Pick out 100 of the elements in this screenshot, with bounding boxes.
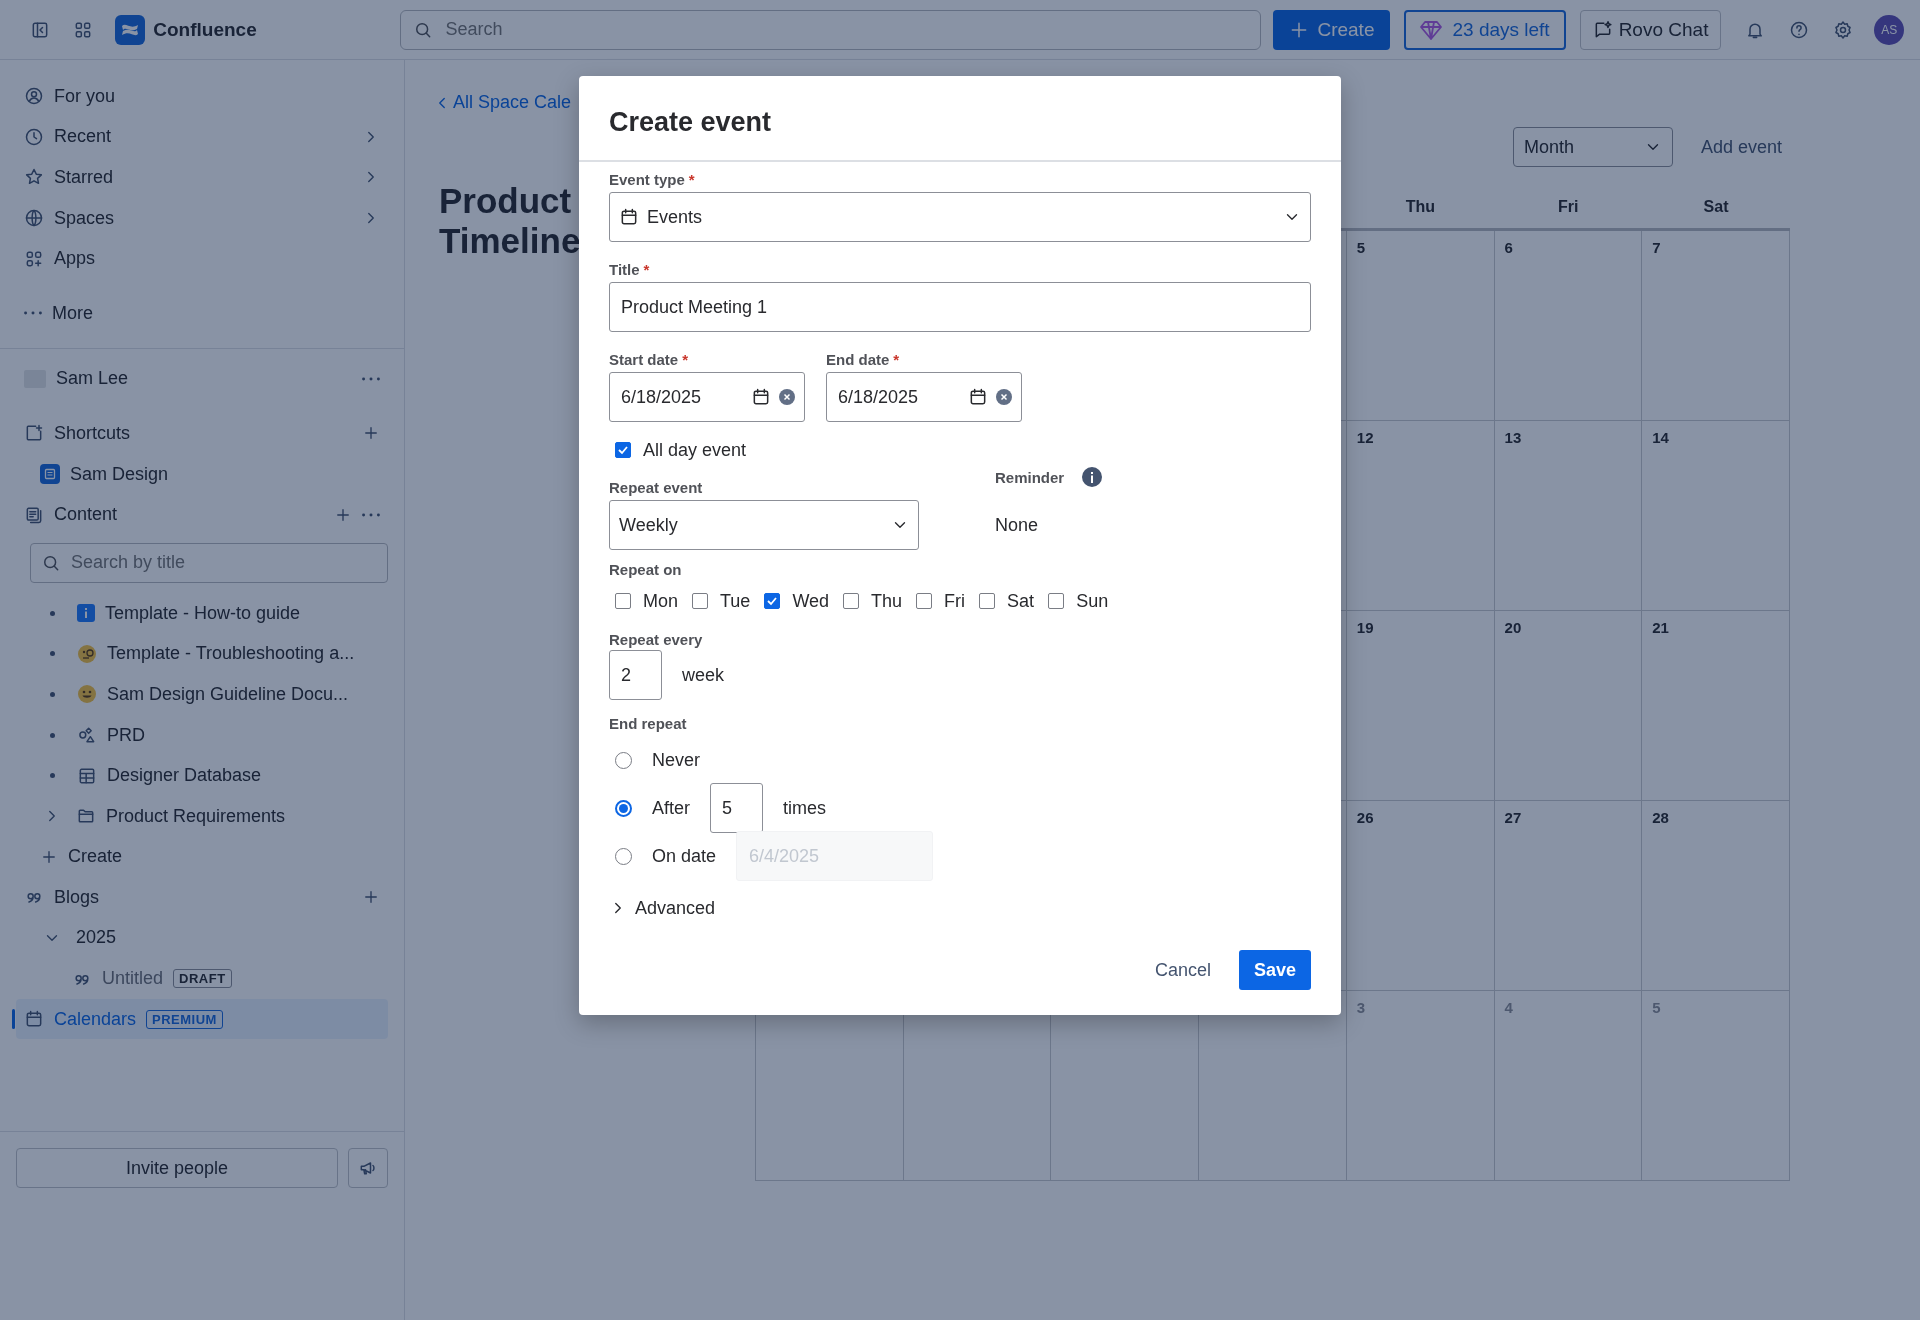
required-asterisk: * [643,260,650,278]
space-header[interactable]: Sam Lee [16,358,388,400]
checkbox[interactable] [916,593,933,609]
checkbox-label: Sat [1007,590,1035,612]
title-field[interactable]: Product Meeting 1 [619,295,1301,319]
date-field[interactable]: 6/18/2025 [619,385,743,409]
number-field[interactable]: 5 [710,783,763,833]
search-box[interactable]: Search by title [30,542,388,583]
field-label: Event type [609,170,685,188]
bullet-icon [50,651,55,657]
search-field[interactable]: Search [443,18,1249,41]
calendar-day-cell[interactable]: 20 [1494,611,1643,801]
day-number: 5 [1652,999,1661,1016]
sidebar-section[interactable]: Shortcuts [16,413,388,454]
search-box[interactable]: Search [400,9,1262,50]
number-field[interactable]: 2 [609,650,662,700]
checkbox[interactable] [764,593,781,609]
search-by-title-field[interactable]: Search by title [69,551,377,575]
checkbox[interactable] [692,593,708,609]
radio-label: After [652,797,690,819]
page-tree-item[interactable]: Product Requirements [16,795,388,837]
calendar-day-cell[interactable]: 6 [1494,231,1643,421]
checkbox[interactable] [979,593,996,609]
radio-label: On date [652,845,717,867]
sidebar-item[interactable]: 2025 [16,917,388,959]
event-type-select[interactable]: Events [609,192,1311,242]
page-tree-item[interactable]: Designer Database [16,755,388,796]
add-event-button[interactable]: Add event [1692,136,1790,158]
section-label: Shortcuts [54,422,131,444]
calendar-day-cell[interactable]: 19 [1346,611,1495,801]
radio-button[interactable] [615,799,632,817]
feedback-button[interactable] [348,1148,388,1188]
field-label: End date [826,350,890,368]
checkbox[interactable] [843,593,860,609]
page-tree-item[interactable]: PRD [16,714,388,756]
calendar-day-cell[interactable]: 5 [1346,231,1495,421]
create-item[interactable]: Create [16,836,388,878]
user-avatar[interactable]: AS [1874,14,1905,45]
field-label: Reminder [995,468,1065,486]
radio-label: Never [652,749,700,771]
item-label: 2025 [76,927,117,949]
required-asterisk: * [682,350,689,368]
nav-item[interactable]: Apps [16,238,388,279]
calendar-day-cell[interactable]: 13 [1494,421,1643,611]
calendar-day-cell[interactable]: 7 [1642,231,1790,421]
nav-label: Recent [54,126,112,148]
calendar-day-cell[interactable]: 27 [1494,801,1643,991]
item-label: Template - Troubleshooting a... [107,643,355,665]
more-icon [24,311,42,316]
draft-badge: DRAFT [173,969,232,989]
calendar-day-cell[interactable]: 26 [1346,801,1495,991]
save-button[interactable]: Save [1238,950,1311,990]
date-field[interactable]: 6/18/2025 [836,385,960,409]
text-field[interactable]: Product Meeting 1 [609,282,1311,332]
item-label: PRD [107,724,145,746]
sidebar-item[interactable]: Untitled DRAFT [16,958,388,999]
page-tree-item[interactable]: Template - How-to guide [16,592,388,634]
calendar-day-cell[interactable]: 12 [1346,421,1495,611]
checkbox-label: All day event [643,439,747,461]
invite-people-button[interactable]: Invite people [16,1148,338,1188]
bullet-icon [50,773,55,779]
create-button[interactable]: Create [1273,9,1391,50]
nav-item[interactable]: Spaces [16,197,388,239]
repeat-select[interactable]: Weekly [609,500,919,550]
occurrences-field[interactable]: 5 [720,796,753,820]
nav-item[interactable]: Recent [16,116,388,158]
more-icon [362,512,380,517]
weekday-header: Sat [1702,198,1730,217]
nav-item[interactable]: More [16,292,388,334]
checkbox-label: Fri [944,590,966,612]
space-name: Sam Lee [56,368,129,390]
calendar-day-cell[interactable]: 28 [1642,801,1790,991]
calendar-day-cell[interactable]: 21 [1642,611,1790,801]
advanced-toggle[interactable]: Advanced [609,890,716,926]
sidebar-section[interactable]: Blogs [16,877,388,918]
checkbox-label: Tue [720,590,751,612]
sidebar-section[interactable]: Content [16,494,388,535]
calendar-day-cell[interactable]: 14 [1642,421,1790,611]
premium-badge: PREMIUM [146,1009,223,1029]
trial-button[interactable]: 23 days left [1404,9,1566,50]
checkbox[interactable] [615,593,631,609]
checkbox[interactable] [1048,593,1065,609]
nav-item[interactable]: For you [16,76,388,117]
nav-item[interactable]: Starred [16,157,388,198]
day-number: 4 [1504,999,1513,1016]
page-tree-item[interactable]: Template - Troubleshooting a... [16,633,388,675]
page-tree-item[interactable]: Sam Design Guideline Docu... [16,674,388,715]
date-picker[interactable]: 6/18/2025 [826,372,1022,422]
rovo-chat-button[interactable]: Rovo Chat [1579,9,1722,50]
clear-icon [996,389,1012,405]
cancel-button[interactable]: Cancel [1146,950,1219,990]
person-icon [24,86,44,107]
repeat-interval-field[interactable]: 2 [619,663,652,687]
field-label: Title [609,260,640,278]
checkbox[interactable] [615,442,631,458]
day-number: 5 [1356,239,1366,256]
date-picker[interactable]: 6/18/2025 [609,372,805,422]
view-select[interactable]: Month [1512,127,1673,167]
nav-label: Starred [54,167,114,188]
shortcut-item[interactable]: Sam Design [16,453,388,495]
